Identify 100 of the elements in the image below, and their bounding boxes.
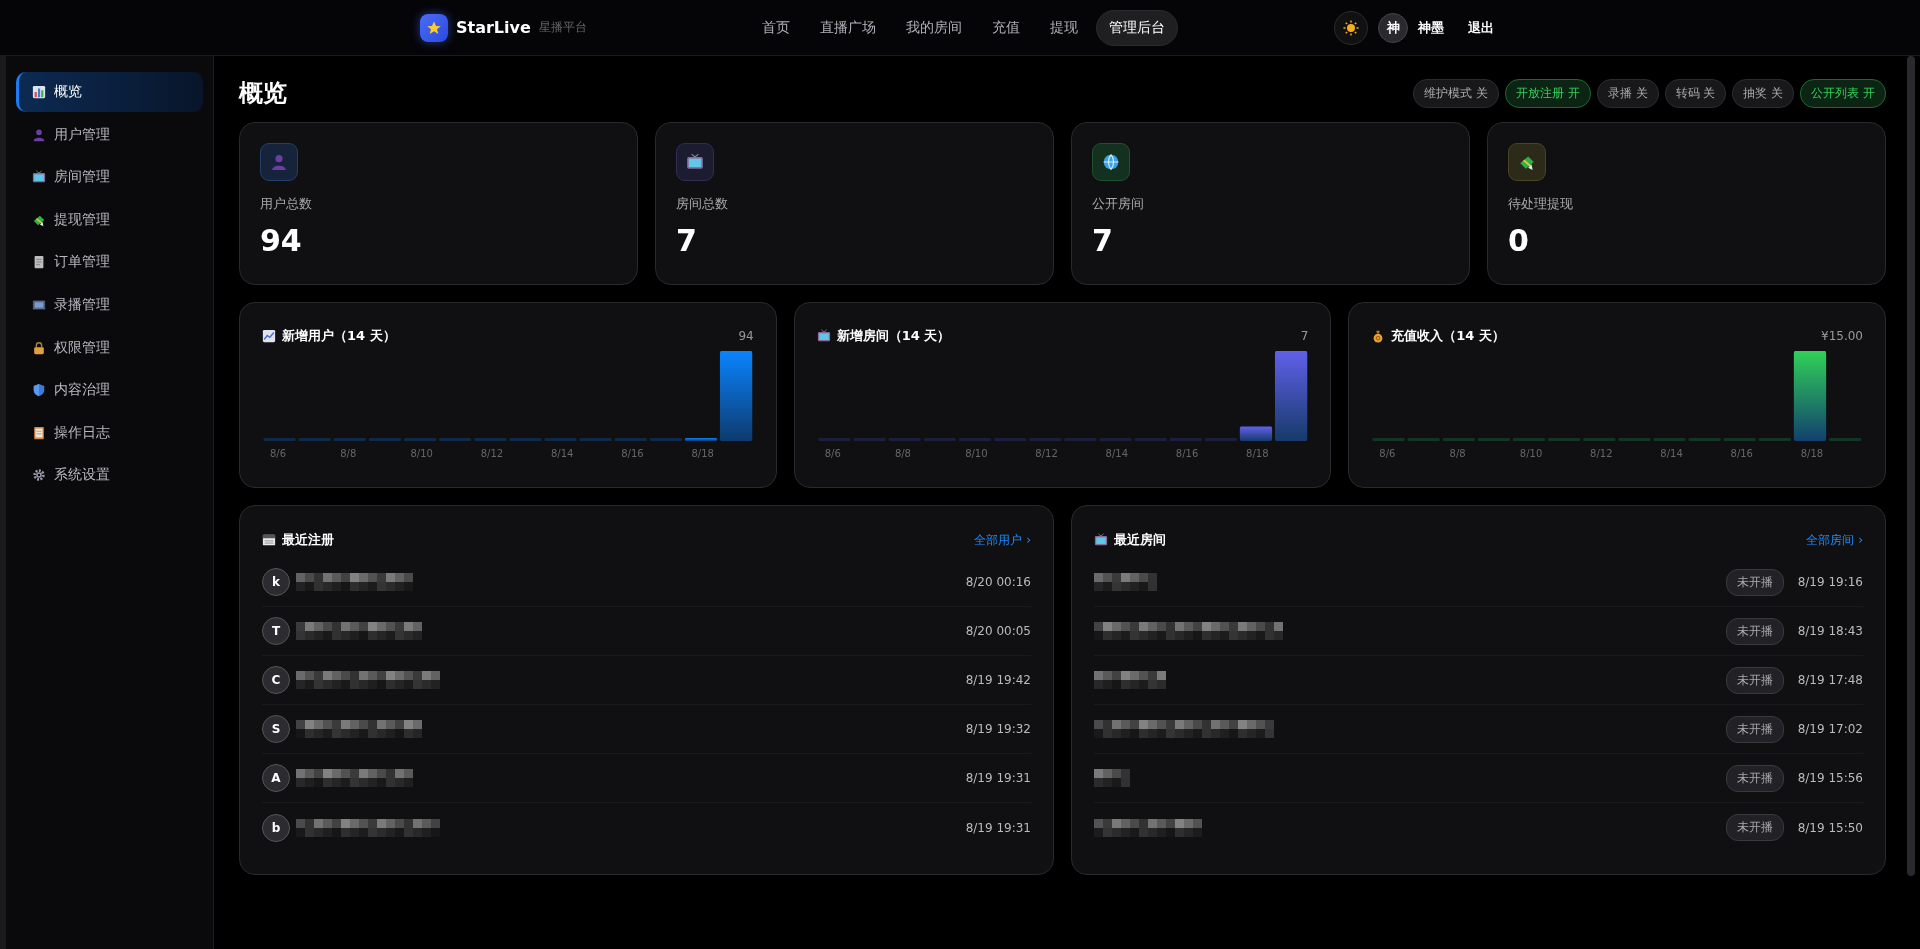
sidebar-item[interactable]: 提现管理 bbox=[16, 199, 203, 240]
chart-title: 新增房间（14 天） bbox=[836, 327, 951, 345]
sidebar-item[interactable]: 房间管理 bbox=[16, 157, 203, 198]
sidebar-item[interactable]: 内容治理 bbox=[16, 370, 203, 411]
timestamp: 8/19 19:31 bbox=[965, 820, 1031, 835]
bar bbox=[1478, 438, 1511, 441]
bar bbox=[958, 438, 991, 441]
receipt-icon bbox=[32, 255, 46, 270]
status-badge: 未开播 bbox=[1725, 666, 1784, 694]
status-badge: 未开播 bbox=[1725, 617, 1784, 645]
stat-value: 0 bbox=[1508, 223, 1530, 258]
axis-label: 8/16 bbox=[1174, 448, 1200, 459]
status-badge: 未开播 bbox=[1725, 568, 1784, 596]
bar bbox=[923, 438, 956, 441]
bar bbox=[263, 438, 296, 441]
toggle-chip[interactable]: 维护模式 关 bbox=[1413, 78, 1499, 108]
timestamp: 8/20 00:05 bbox=[965, 624, 1031, 638]
sidebar-item[interactable]: 录播管理 bbox=[16, 284, 203, 325]
logo[interactable] bbox=[420, 13, 448, 42]
logout-link[interactable]: 退出 bbox=[1468, 18, 1494, 37]
timestamp: 8/19 19:42 bbox=[965, 673, 1031, 687]
toggle-chip[interactable]: 公开列表 开 bbox=[1800, 78, 1886, 108]
axis-label: 8/10 bbox=[1518, 448, 1544, 459]
tv-icon bbox=[816, 329, 831, 343]
view-all-link[interactable]: 全部用户 › bbox=[974, 531, 1031, 549]
view-all-link[interactable]: 全部房间 › bbox=[1806, 531, 1863, 549]
axis-label: 8/12 bbox=[1589, 448, 1614, 459]
axis-label: 8/12 bbox=[479, 448, 505, 459]
sidebar-item[interactable]: 系统设置 bbox=[16, 455, 203, 496]
timestamp: 8/19 18:43 bbox=[1797, 624, 1863, 638]
bar bbox=[1134, 438, 1167, 441]
bar bbox=[853, 438, 886, 441]
toggle-chip[interactable]: 开放注册 开 bbox=[1504, 78, 1591, 108]
stat-label: 公开房间 bbox=[1092, 195, 1145, 213]
timestamp: 8/20 00:16 bbox=[965, 575, 1031, 589]
bar bbox=[1759, 438, 1792, 441]
nav-link[interactable]: 充值 bbox=[980, 10, 1032, 45]
stat-label: 用户总数 bbox=[260, 195, 313, 213]
timestamp: 8/19 19:31 bbox=[965, 771, 1031, 785]
scrollbar[interactable] bbox=[1907, 56, 1915, 876]
bar bbox=[1653, 438, 1686, 441]
nav-link[interactable]: 直播广场 bbox=[808, 10, 888, 45]
timestamp: 8/19 15:50 bbox=[1797, 820, 1863, 835]
stat-value: 94 bbox=[260, 223, 303, 258]
stat-label: 待处理提现 bbox=[1508, 195, 1574, 213]
toggle-chip[interactable]: 转码 关 bbox=[1664, 78, 1727, 108]
stat-value: 7 bbox=[1092, 223, 1114, 258]
bar bbox=[993, 438, 1026, 441]
nav-link[interactable]: 管理后台 bbox=[1096, 9, 1178, 46]
nav-link[interactable]: 提现 bbox=[1038, 10, 1090, 45]
axis-label: 8/8 bbox=[893, 448, 912, 459]
sidebar-item[interactable]: 权限管理 bbox=[16, 327, 203, 368]
pixelated-text-drawing bbox=[1094, 769, 1130, 787]
axis-label: 8/14 bbox=[1104, 448, 1130, 459]
bar bbox=[579, 438, 612, 441]
line-chart-icon bbox=[262, 329, 276, 343]
bar bbox=[888, 438, 921, 441]
sun-icon bbox=[1343, 19, 1359, 36]
card-title: 最近注册 bbox=[282, 531, 334, 549]
bar bbox=[649, 438, 682, 441]
user-avatar: C bbox=[262, 666, 290, 694]
tv-icon bbox=[686, 153, 704, 171]
axis-label: 8/10 bbox=[409, 448, 434, 459]
timestamp: 8/19 19:16 bbox=[1797, 575, 1863, 589]
pixelated-text-drawing bbox=[1094, 573, 1157, 591]
bar bbox=[1169, 438, 1202, 441]
axis-label: 8/14 bbox=[549, 448, 575, 459]
bar bbox=[1618, 438, 1651, 441]
shield-icon bbox=[32, 383, 46, 398]
tv-icon bbox=[1094, 533, 1108, 547]
axis-label: 8/16 bbox=[620, 448, 645, 459]
sidebar-item[interactable]: 概览 bbox=[16, 72, 203, 112]
axis-label: 8/6 bbox=[269, 448, 288, 459]
user-avatar[interactable]: 神 bbox=[1378, 12, 1408, 43]
bar bbox=[298, 438, 331, 441]
toggle-chip[interactable]: 抽奖 关 bbox=[1732, 78, 1795, 108]
globe-icon bbox=[1102, 153, 1120, 171]
user-avatar: T bbox=[262, 617, 290, 645]
sidebar-item[interactable]: 订单管理 bbox=[16, 242, 203, 283]
bar bbox=[1204, 438, 1237, 441]
settings-icon bbox=[32, 468, 46, 483]
bar bbox=[614, 438, 647, 441]
person-icon bbox=[270, 153, 288, 171]
bar bbox=[1239, 426, 1272, 441]
axis-label: 8/6 bbox=[1378, 448, 1397, 459]
axis-label: 8/18 bbox=[1799, 448, 1825, 459]
chart-title: 新增用户（14 天） bbox=[282, 327, 396, 345]
user-avatar: k bbox=[262, 568, 290, 596]
bar bbox=[1099, 438, 1132, 441]
page-title: 概览 bbox=[239, 78, 287, 109]
axis-label: 8/8 bbox=[1448, 448, 1467, 459]
toggle-chip[interactable]: 录播 关 bbox=[1596, 78, 1659, 108]
timestamp: 8/19 15:56 bbox=[1797, 771, 1863, 785]
sidebar-item[interactable]: 用户管理 bbox=[16, 114, 203, 155]
sidebar-item[interactable]: 操作日志 bbox=[16, 412, 203, 453]
theme-toggle-button[interactable] bbox=[1334, 10, 1368, 45]
nav-link[interactable]: 首页 bbox=[750, 10, 802, 45]
bar bbox=[1829, 438, 1862, 441]
nav-link[interactable]: 我的房间 bbox=[894, 10, 974, 45]
chart-title: 充值收入（14 天） bbox=[1391, 327, 1505, 345]
